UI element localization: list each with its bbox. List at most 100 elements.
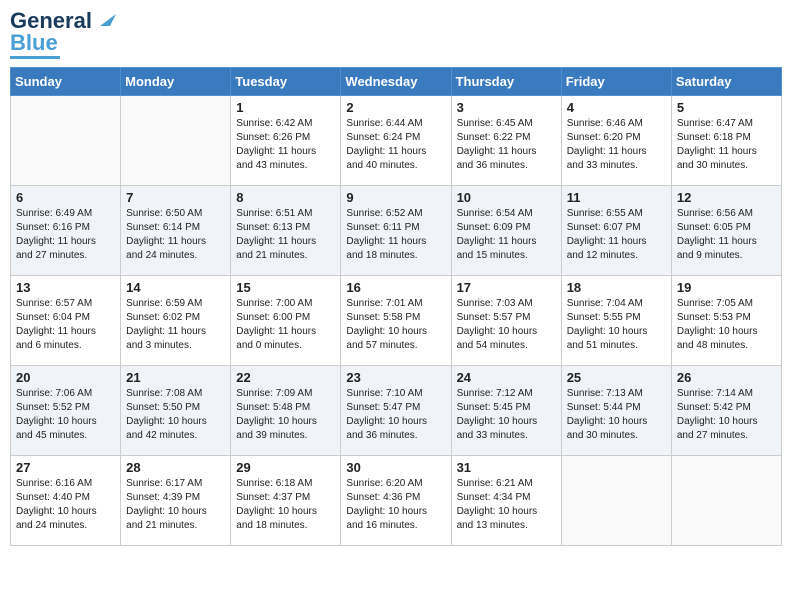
day-number: 5 [677,100,776,115]
day-number: 16 [346,280,445,295]
calendar-cell: 27 Sunrise: 6:16 AM Sunset: 4:40 PM Dayli… [11,456,121,546]
calendar-cell: 15 Sunrise: 7:00 AM Sunset: 6:00 PM Dayli… [231,276,341,366]
column-header-wednesday: Wednesday [341,68,451,96]
calendar-cell: 2Sunrise: 6:44 AM Sunset: 6:24 PM Daylig… [341,96,451,186]
day-info: Sunrise: 7:13 AM Sunset: 5:44 PM Dayligh… [567,387,666,443]
day-info: Sunrise: 6:51 AM Sunset: 6:13 PM Dayligh… [236,207,335,263]
column-header-saturday: Saturday [671,68,781,96]
day-info: Sunrise: 6:56 AM Sunset: 6:05 PM Dayligh… [677,207,776,263]
day-info: Sunrise: 6:49 AM Sunset: 6:16 PM Dayligh… [16,207,115,263]
day-number: 1 [236,100,335,115]
day-info: Sunrise: 6:16 AM Sunset: 4:40 PM Dayligh… [16,477,115,533]
week-row-4: 20 Sunrise: 7:06 AM Sunset: 5:52 PM Dayli… [11,366,782,456]
calendar-cell: 16 Sunrise: 7:01 AM Sunset: 5:58 PM Dayli… [341,276,451,366]
day-info: Sunrise: 7:14 AM Sunset: 5:42 PM Dayligh… [677,387,776,443]
day-info: Sunrise: 7:12 AM Sunset: 5:45 PM Dayligh… [457,387,556,443]
calendar-cell: 6 Sunrise: 6:49 AM Sunset: 6:16 PM Daylig… [11,186,121,276]
calendar-cell: 28Sunrise: 6:17 AM Sunset: 4:39 PM Dayli… [121,456,231,546]
day-number: 21 [126,370,225,385]
calendar-table: SundayMondayTuesdayWednesdayThursdayFrid… [10,67,782,546]
day-number: 8 [236,190,335,205]
calendar-cell: 21Sunrise: 7:08 AM Sunset: 5:50 PM Dayli… [121,366,231,456]
day-info: Sunrise: 7:05 AM Sunset: 5:53 PM Dayligh… [677,297,776,353]
day-info: Sunrise: 7:09 AM Sunset: 5:48 PM Dayligh… [236,387,335,443]
calendar-cell: 1 Sunrise: 6:42 AM Sunset: 6:26 PM Daylig… [231,96,341,186]
calendar-cell: 12 Sunrise: 6:56 AM Sunset: 6:05 PM Dayli… [671,186,781,276]
calendar-cell: 5 Sunrise: 6:47 AM Sunset: 6:18 PM Daylig… [671,96,781,186]
day-number: 24 [457,370,556,385]
day-number: 31 [457,460,556,475]
calendar-cell: 25Sunrise: 7:13 AM Sunset: 5:44 PM Dayli… [561,366,671,456]
day-number: 13 [16,280,115,295]
day-number: 27 [16,460,115,475]
day-number: 4 [567,100,666,115]
day-info: Sunrise: 6:42 AM Sunset: 6:26 PM Dayligh… [236,117,335,173]
day-number: 23 [346,370,445,385]
calendar-cell [121,96,231,186]
calendar-cell: 26 Sunrise: 7:14 AM Sunset: 5:42 PM Dayli… [671,366,781,456]
column-header-monday: Monday [121,68,231,96]
day-number: 12 [677,190,776,205]
logo-text-general: General [10,10,92,32]
calendar-cell: 10 Sunrise: 6:54 AM Sunset: 6:09 PM Dayli… [451,186,561,276]
day-number: 6 [16,190,115,205]
calendar-cell: 3Sunrise: 6:45 AM Sunset: 6:22 PM Daylig… [451,96,561,186]
day-info: Sunrise: 7:04 AM Sunset: 5:55 PM Dayligh… [567,297,666,353]
calendar-cell: 30 Sunrise: 6:20 AM Sunset: 4:36 PM Dayli… [341,456,451,546]
calendar-header-row: SundayMondayTuesdayWednesdayThursdayFrid… [11,68,782,96]
calendar-cell: 14 Sunrise: 6:59 AM Sunset: 6:02 PM Dayli… [121,276,231,366]
day-info: Sunrise: 7:01 AM Sunset: 5:58 PM Dayligh… [346,297,445,353]
calendar-cell: 18 Sunrise: 7:04 AM Sunset: 5:55 PM Dayli… [561,276,671,366]
calendar-cell: 29 Sunrise: 6:18 AM Sunset: 4:37 PM Dayli… [231,456,341,546]
column-header-friday: Friday [561,68,671,96]
calendar-cell: 9Sunrise: 6:52 AM Sunset: 6:11 PM Daylig… [341,186,451,276]
day-number: 20 [16,370,115,385]
week-row-2: 6 Sunrise: 6:49 AM Sunset: 6:16 PM Daylig… [11,186,782,276]
calendar-cell: 17 Sunrise: 7:03 AM Sunset: 5:57 PM Dayli… [451,276,561,366]
day-number: 18 [567,280,666,295]
page-header: General Blue [10,10,782,59]
day-number: 30 [346,460,445,475]
day-number: 7 [126,190,225,205]
calendar-cell: 22 Sunrise: 7:09 AM Sunset: 5:48 PM Dayli… [231,366,341,456]
day-number: 29 [236,460,335,475]
day-info: Sunrise: 6:59 AM Sunset: 6:02 PM Dayligh… [126,297,225,353]
calendar-cell: 23 Sunrise: 7:10 AM Sunset: 5:47 PM Dayli… [341,366,451,456]
column-header-sunday: Sunday [11,68,121,96]
day-number: 14 [126,280,225,295]
day-info: Sunrise: 6:20 AM Sunset: 4:36 PM Dayligh… [346,477,445,533]
day-info: Sunrise: 6:47 AM Sunset: 6:18 PM Dayligh… [677,117,776,173]
day-info: Sunrise: 6:45 AM Sunset: 6:22 PM Dayligh… [457,117,556,173]
calendar-cell [671,456,781,546]
day-number: 10 [457,190,556,205]
calendar-cell: 4 Sunrise: 6:46 AM Sunset: 6:20 PM Daylig… [561,96,671,186]
week-row-5: 27 Sunrise: 6:16 AM Sunset: 4:40 PM Dayli… [11,456,782,546]
day-number: 19 [677,280,776,295]
day-info: Sunrise: 6:44 AM Sunset: 6:24 PM Dayligh… [346,117,445,173]
day-number: 11 [567,190,666,205]
day-info: Sunrise: 6:50 AM Sunset: 6:14 PM Dayligh… [126,207,225,263]
logo: General Blue [10,10,116,59]
column-header-thursday: Thursday [451,68,561,96]
day-number: 28 [126,460,225,475]
calendar-cell: 24 Sunrise: 7:12 AM Sunset: 5:45 PM Dayli… [451,366,561,456]
calendar-cell: 7 Sunrise: 6:50 AM Sunset: 6:14 PM Daylig… [121,186,231,276]
logo-underline [10,56,60,59]
calendar-cell: 8 Sunrise: 6:51 AM Sunset: 6:13 PM Daylig… [231,186,341,276]
calendar-cell: 11 Sunrise: 6:55 AM Sunset: 6:07 PM Dayli… [561,186,671,276]
day-info: Sunrise: 6:46 AM Sunset: 6:20 PM Dayligh… [567,117,666,173]
day-info: Sunrise: 6:54 AM Sunset: 6:09 PM Dayligh… [457,207,556,263]
day-info: Sunrise: 6:18 AM Sunset: 4:37 PM Dayligh… [236,477,335,533]
day-info: Sunrise: 7:00 AM Sunset: 6:00 PM Dayligh… [236,297,335,353]
day-number: 22 [236,370,335,385]
logo-text-blue: Blue [10,32,58,54]
day-info: Sunrise: 6:57 AM Sunset: 6:04 PM Dayligh… [16,297,115,353]
day-number: 17 [457,280,556,295]
day-info: Sunrise: 7:10 AM Sunset: 5:47 PM Dayligh… [346,387,445,443]
day-info: Sunrise: 6:55 AM Sunset: 6:07 PM Dayligh… [567,207,666,263]
day-info: Sunrise: 7:03 AM Sunset: 5:57 PM Dayligh… [457,297,556,353]
day-info: Sunrise: 7:06 AM Sunset: 5:52 PM Dayligh… [16,387,115,443]
day-number: 26 [677,370,776,385]
day-number: 15 [236,280,335,295]
week-row-1: 1 Sunrise: 6:42 AM Sunset: 6:26 PM Daylig… [11,96,782,186]
